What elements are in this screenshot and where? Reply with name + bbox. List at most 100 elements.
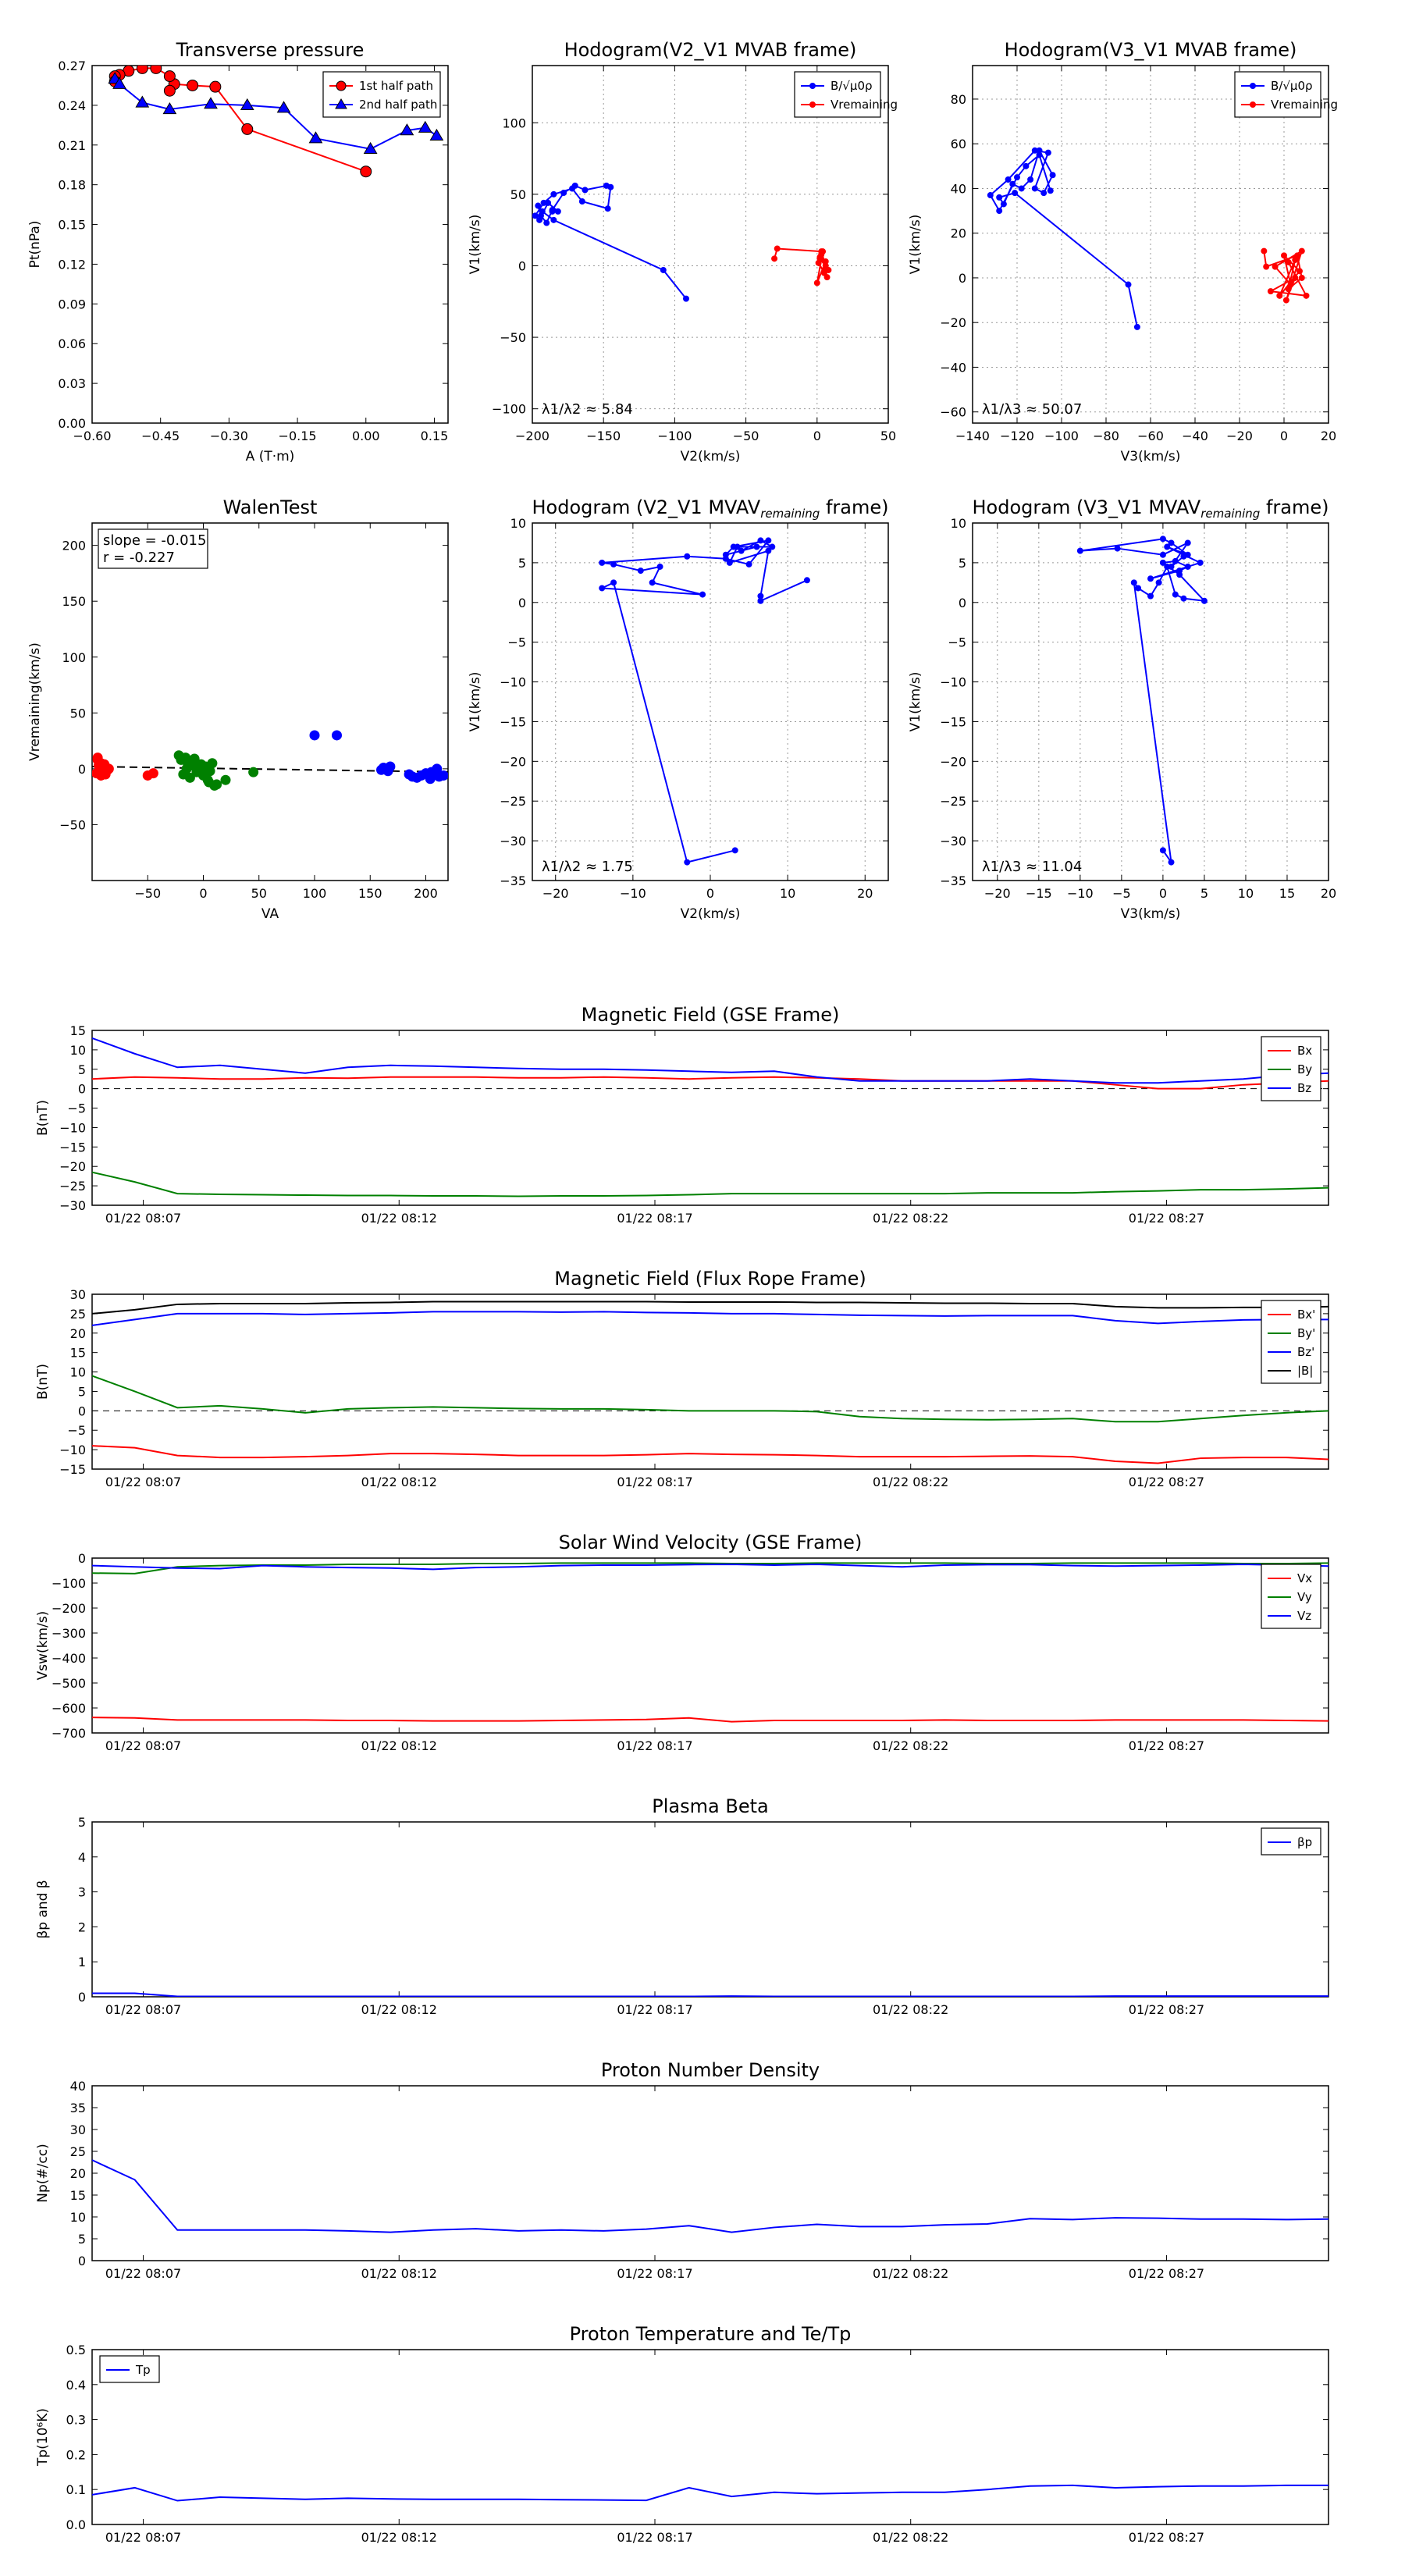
x-tick-label: −50 (733, 429, 759, 443)
y-tick-label: 25 (70, 1307, 86, 1322)
data-point (1159, 847, 1166, 854)
x-tick-label: 01/22 08:07 (105, 2530, 181, 2545)
y-tick-label: −10 (59, 1120, 86, 1135)
data-point (418, 120, 432, 133)
x-tick-label: 01/22 08:07 (105, 2266, 181, 2281)
y-axis-label: βp and β (35, 1880, 51, 1938)
data-point (1267, 288, 1274, 295)
legend: Vx Vy Vz (1261, 1564, 1321, 1629)
chart-title: Magnetic Field (GSE Frame) (582, 1004, 840, 1026)
legend-label: 2nd half path (359, 98, 437, 112)
x-tick-label: −10 (620, 886, 646, 901)
y-tick-label: 0.03 (58, 376, 86, 391)
data-point (1276, 292, 1283, 299)
data-point (426, 767, 437, 777)
plot-area (987, 147, 1310, 330)
data-point (1114, 545, 1121, 552)
series-0-line (534, 184, 687, 300)
legend: B/√μ0ρ Vremaining (1234, 71, 1338, 118)
chart-title: Hodogram (V2_V1 MVAVremaining frame) (532, 496, 889, 521)
x-axis-label: V2(km/s) (681, 449, 741, 464)
y-tick-label: −50 (59, 817, 86, 832)
data-point (560, 190, 567, 197)
y-tick-label: −35 (500, 873, 526, 888)
plot-area (92, 1037, 1329, 1197)
proton-temperature-panel: 01/22 08:07 01/22 08:12 01/22 08:17 01/22 0… (35, 2323, 1329, 2545)
y-tick-label: 25 (70, 2144, 86, 2159)
x-tick-label: 01/22 08:17 (617, 1738, 692, 1753)
y-tick-label: 1 (78, 1955, 86, 1969)
x-tick-label: 0 (1159, 886, 1167, 901)
x-tick-label: 01/22 08:12 (361, 2266, 437, 2281)
x-tick-label: 0 (199, 886, 207, 901)
data-point (549, 208, 556, 215)
data-point (771, 255, 778, 262)
y-tick-label: −100 (52, 1576, 86, 1591)
series-0-line (92, 1445, 1329, 1464)
y-tick-label: 5 (959, 556, 966, 571)
data-point (532, 212, 539, 219)
legend-label: Bx' (1297, 1308, 1315, 1322)
y-tick-label: 0.4 (66, 2378, 86, 2393)
y-tick-label: 0 (959, 596, 966, 610)
y-tick-label: 0.5 (66, 2343, 86, 2357)
plasma-beta-panel: 01/22 08:07 01/22 08:12 01/22 08:17 01/22 0… (35, 1795, 1329, 2017)
y-tick-label: 80 (951, 92, 966, 107)
data-point (207, 758, 218, 769)
data-point (1031, 147, 1038, 154)
stats-line: r = -0.227 (103, 550, 175, 566)
y-tick-label: −600 (52, 1701, 86, 1716)
data-point (1180, 553, 1187, 560)
y-tick-label: −500 (52, 1676, 86, 1691)
data-point (734, 543, 741, 550)
data-point (599, 559, 606, 566)
plot-area (599, 537, 810, 866)
x-axis-label: V3(km/s) (1121, 906, 1181, 922)
y-tick-label: −30 (500, 834, 526, 849)
y-tick-label: 0.27 (58, 59, 86, 73)
data-point (204, 777, 215, 788)
series-0-line (92, 1992, 1329, 1997)
x-tick-label: −5 (1112, 886, 1131, 901)
data-point (1036, 151, 1043, 158)
x-tick-label: 15 (1279, 886, 1295, 901)
x-tick-label: 01/22 08:22 (873, 1211, 948, 1226)
data-point (1296, 268, 1303, 275)
x-tick-label: 50 (880, 429, 896, 443)
data-point (1282, 297, 1289, 304)
x-tick-label: −50 (134, 886, 161, 901)
data-point (136, 66, 148, 74)
y-tick-label: 0 (518, 258, 526, 273)
hodogram-v2-v1-mvab-panel: −200 −150 −100 −50 0 50 −100 −50 0 50 100 Hodogram(… (468, 39, 898, 464)
y-tick-label: 50 (70, 706, 86, 720)
legend: B/√μ0ρ Vremaining (794, 71, 898, 118)
data-point (722, 551, 729, 558)
x-axis-label: V2(km/s) (681, 906, 741, 922)
y-tick-label: −40 (940, 360, 966, 375)
data-point (1298, 274, 1305, 281)
y-tick-label: 15 (70, 1023, 86, 1038)
x-tick-label: 0 (1280, 429, 1288, 443)
series-1-line (92, 1375, 1329, 1423)
data-point (1000, 201, 1007, 208)
data-point (660, 266, 667, 273)
y-tick-label: −5 (507, 635, 526, 650)
x-tick-label: 01/22 08:17 (617, 1211, 692, 1226)
data-point (150, 66, 162, 74)
data-point (604, 205, 611, 212)
plot-area (92, 730, 448, 791)
data-point (774, 245, 781, 252)
figure: −0.60 −0.45 −0.30 −0.15 0.00 0.150.000.030.06… (27, 39, 1338, 2545)
x-tick-label: 01/22 08:22 (873, 2266, 948, 2281)
legend-marker (809, 101, 816, 108)
series-1-line (92, 1171, 1329, 1197)
x-tick-label: 01/22 08:12 (361, 1475, 437, 1489)
x-tick-label: 01/22 08:17 (617, 2002, 692, 2017)
y-tick-label: −5 (948, 635, 966, 650)
data-point (1197, 559, 1204, 566)
x-tick-label: 01/22 08:22 (873, 1475, 948, 1489)
y-tick-label: 2 (78, 1920, 86, 1934)
x-tick-label: −150 (586, 429, 621, 443)
x-tick-label: 0.15 (421, 429, 449, 443)
y-tick-label: 0.1 (66, 2482, 86, 2497)
